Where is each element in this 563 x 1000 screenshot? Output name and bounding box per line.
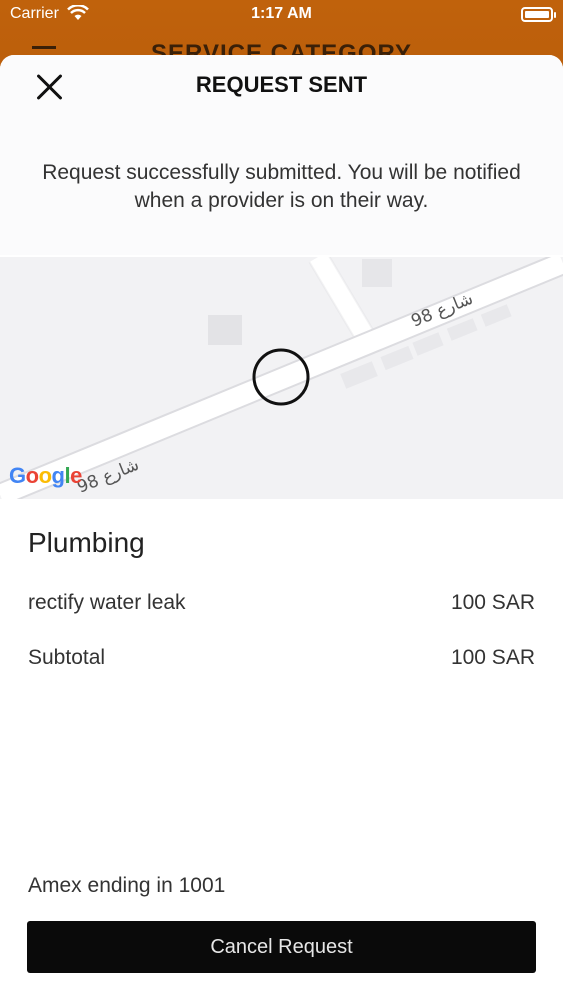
cancel-request-button[interactable]: Cancel Request <box>27 921 536 973</box>
status-bar: Carrier 1:17 AM <box>0 0 563 30</box>
google-logo: Google <box>9 463 82 488</box>
map-main-road <box>0 257 563 499</box>
payment-method: Amex ending in 1001 <box>28 874 226 897</box>
map-building <box>380 345 414 371</box>
line-item-price: 100 SAR <box>450 591 535 614</box>
map-side-road-fill <box>310 257 376 346</box>
map-building <box>362 259 392 287</box>
status-time: 1:17 AM <box>251 5 312 22</box>
battery-icon <box>521 7 556 22</box>
subtotal-label: Subtotal <box>28 646 106 669</box>
service-category: Plumbing <box>28 527 145 558</box>
confirmation-message: Request successfully submitted. You will… <box>42 161 521 212</box>
subtotal-value: 100 SAR <box>450 646 535 669</box>
sheet-title: REQUEST SENT <box>195 72 368 97</box>
line-item-name: rectify water leak <box>28 591 186 614</box>
map-building <box>208 315 242 345</box>
map-view[interactable]: شارع 98 شارع 98 Google <box>0 257 563 499</box>
request-sent-sheet: REQUEST SENT Request successfully submit… <box>0 55 563 1000</box>
map-graphics: شارع 98 شارع 98 <box>0 257 563 499</box>
